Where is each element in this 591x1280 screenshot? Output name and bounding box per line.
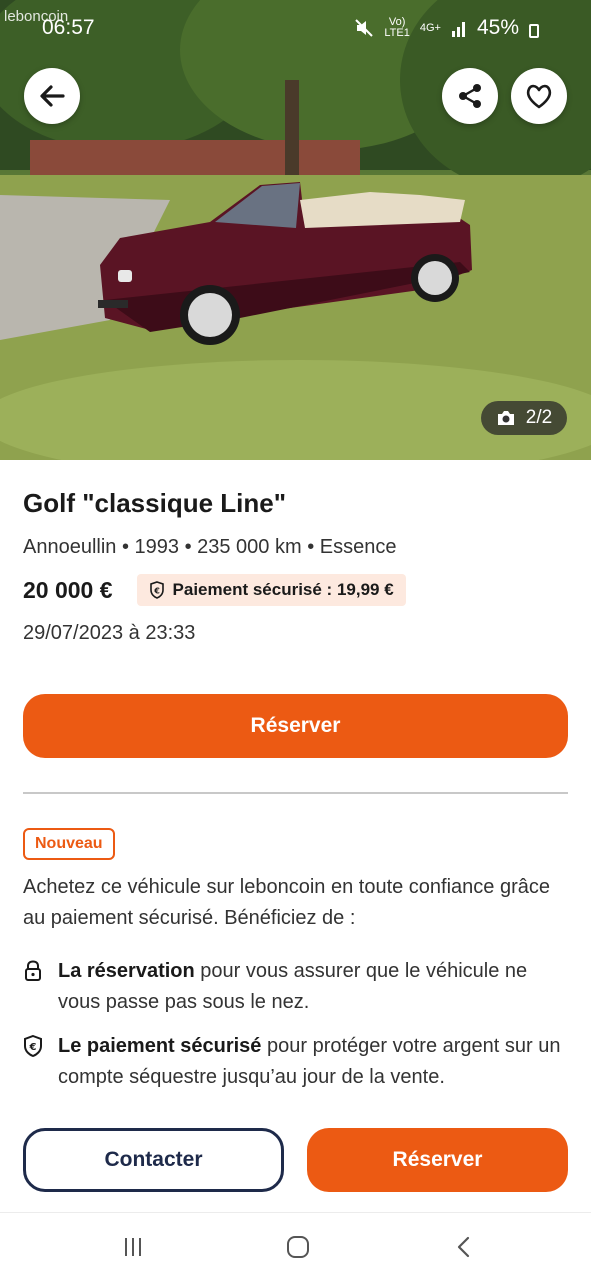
- recent-apps-button[interactable]: [113, 1231, 153, 1263]
- euro-shield-icon: €: [24, 1034, 42, 1058]
- reserve-bottom-button[interactable]: Réserver: [307, 1128, 568, 1192]
- benefit-reservation-text: La réservation pour vous assurer que le …: [58, 956, 568, 1018]
- benefit-secure-payment-text: Le paiement sécurisé pour protéger votre…: [58, 1031, 568, 1093]
- system-nav-bar: [0, 1212, 591, 1280]
- recent-apps-icon: [125, 1238, 141, 1256]
- arrow-left-icon: [40, 85, 65, 107]
- network-type: 4G+: [419, 21, 441, 34]
- svg-text:€: €: [153, 587, 160, 596]
- contact-button[interactable]: Contacter: [23, 1128, 284, 1192]
- share-button[interactable]: [442, 68, 498, 124]
- home-button[interactable]: [278, 1231, 318, 1263]
- camera-icon: [497, 411, 514, 425]
- lock-icon: [25, 960, 41, 981]
- status-icons: Vo) LTE1 4G+ 45%: [354, 16, 539, 40]
- benefit-reservation-bold: La réservation: [58, 960, 195, 982]
- favorite-button[interactable]: [511, 68, 567, 124]
- photo-counter: 2/2: [481, 401, 567, 435]
- promo-intro: Achetez ce véhicule sur leboncoin en tou…: [23, 876, 551, 929]
- new-badge: Nouveau: [23, 828, 115, 860]
- benefit-secure-payment-bold: Le paiement sécurisé: [58, 1035, 262, 1057]
- mute-icon: [355, 19, 374, 37]
- listing-title: Golf "classique Line": [23, 488, 287, 518]
- status-bar: leboncoin 06:57 Vo) LTE1 4G+ 45%: [0, 0, 591, 56]
- listing-price: 20 000 €: [23, 576, 113, 603]
- price-row: 20 000 € € Paiement sécurisé : 19,99 €: [23, 574, 406, 606]
- car-photo-illustration: [0, 0, 591, 460]
- volte-indicator: Vo) LTE1: [384, 17, 409, 39]
- volte-bottom: LTE1: [384, 27, 410, 39]
- divider: [23, 792, 568, 794]
- benefit-reservation: La réservation pour vous assurer que le …: [23, 956, 568, 1018]
- secure-payment-badge: € Paiement sécurisé : 19,99 €: [136, 574, 406, 606]
- system-back-button[interactable]: [444, 1231, 484, 1263]
- secure-payment-text: Paiement sécurisé : 19,99 €: [172, 580, 394, 599]
- status-time: 06:57: [42, 16, 95, 39]
- listing-meta: Annoeullin • 1993 • 235 000 km • Essence: [23, 536, 397, 558]
- listing-date: 29/07/2023 à 23:33: [23, 622, 196, 644]
- chevron-left-icon: [457, 1236, 470, 1258]
- home-icon: [287, 1236, 309, 1258]
- signal-icon: [451, 22, 465, 37]
- reserve-button[interactable]: Réserver: [23, 694, 568, 758]
- euro-shield-icon: €: [149, 581, 164, 599]
- battery-icon: [529, 24, 539, 38]
- share-icon: [459, 84, 481, 108]
- benefit-secure-payment: € Le paiement sécurisé pour protéger vot…: [23, 1031, 568, 1093]
- battery-percent: 45%: [476, 16, 519, 39]
- photo-counter-text: 2/2: [525, 407, 553, 428]
- listing-photo[interactable]: leboncoin 06:57 Vo) LTE1 4G+ 45% 2/2: [0, 0, 591, 460]
- bottom-actions: Contacter Réserver: [23, 1128, 568, 1192]
- heart-icon: [526, 84, 552, 109]
- back-button[interactable]: [24, 68, 80, 124]
- svg-text:€: €: [29, 1042, 37, 1053]
